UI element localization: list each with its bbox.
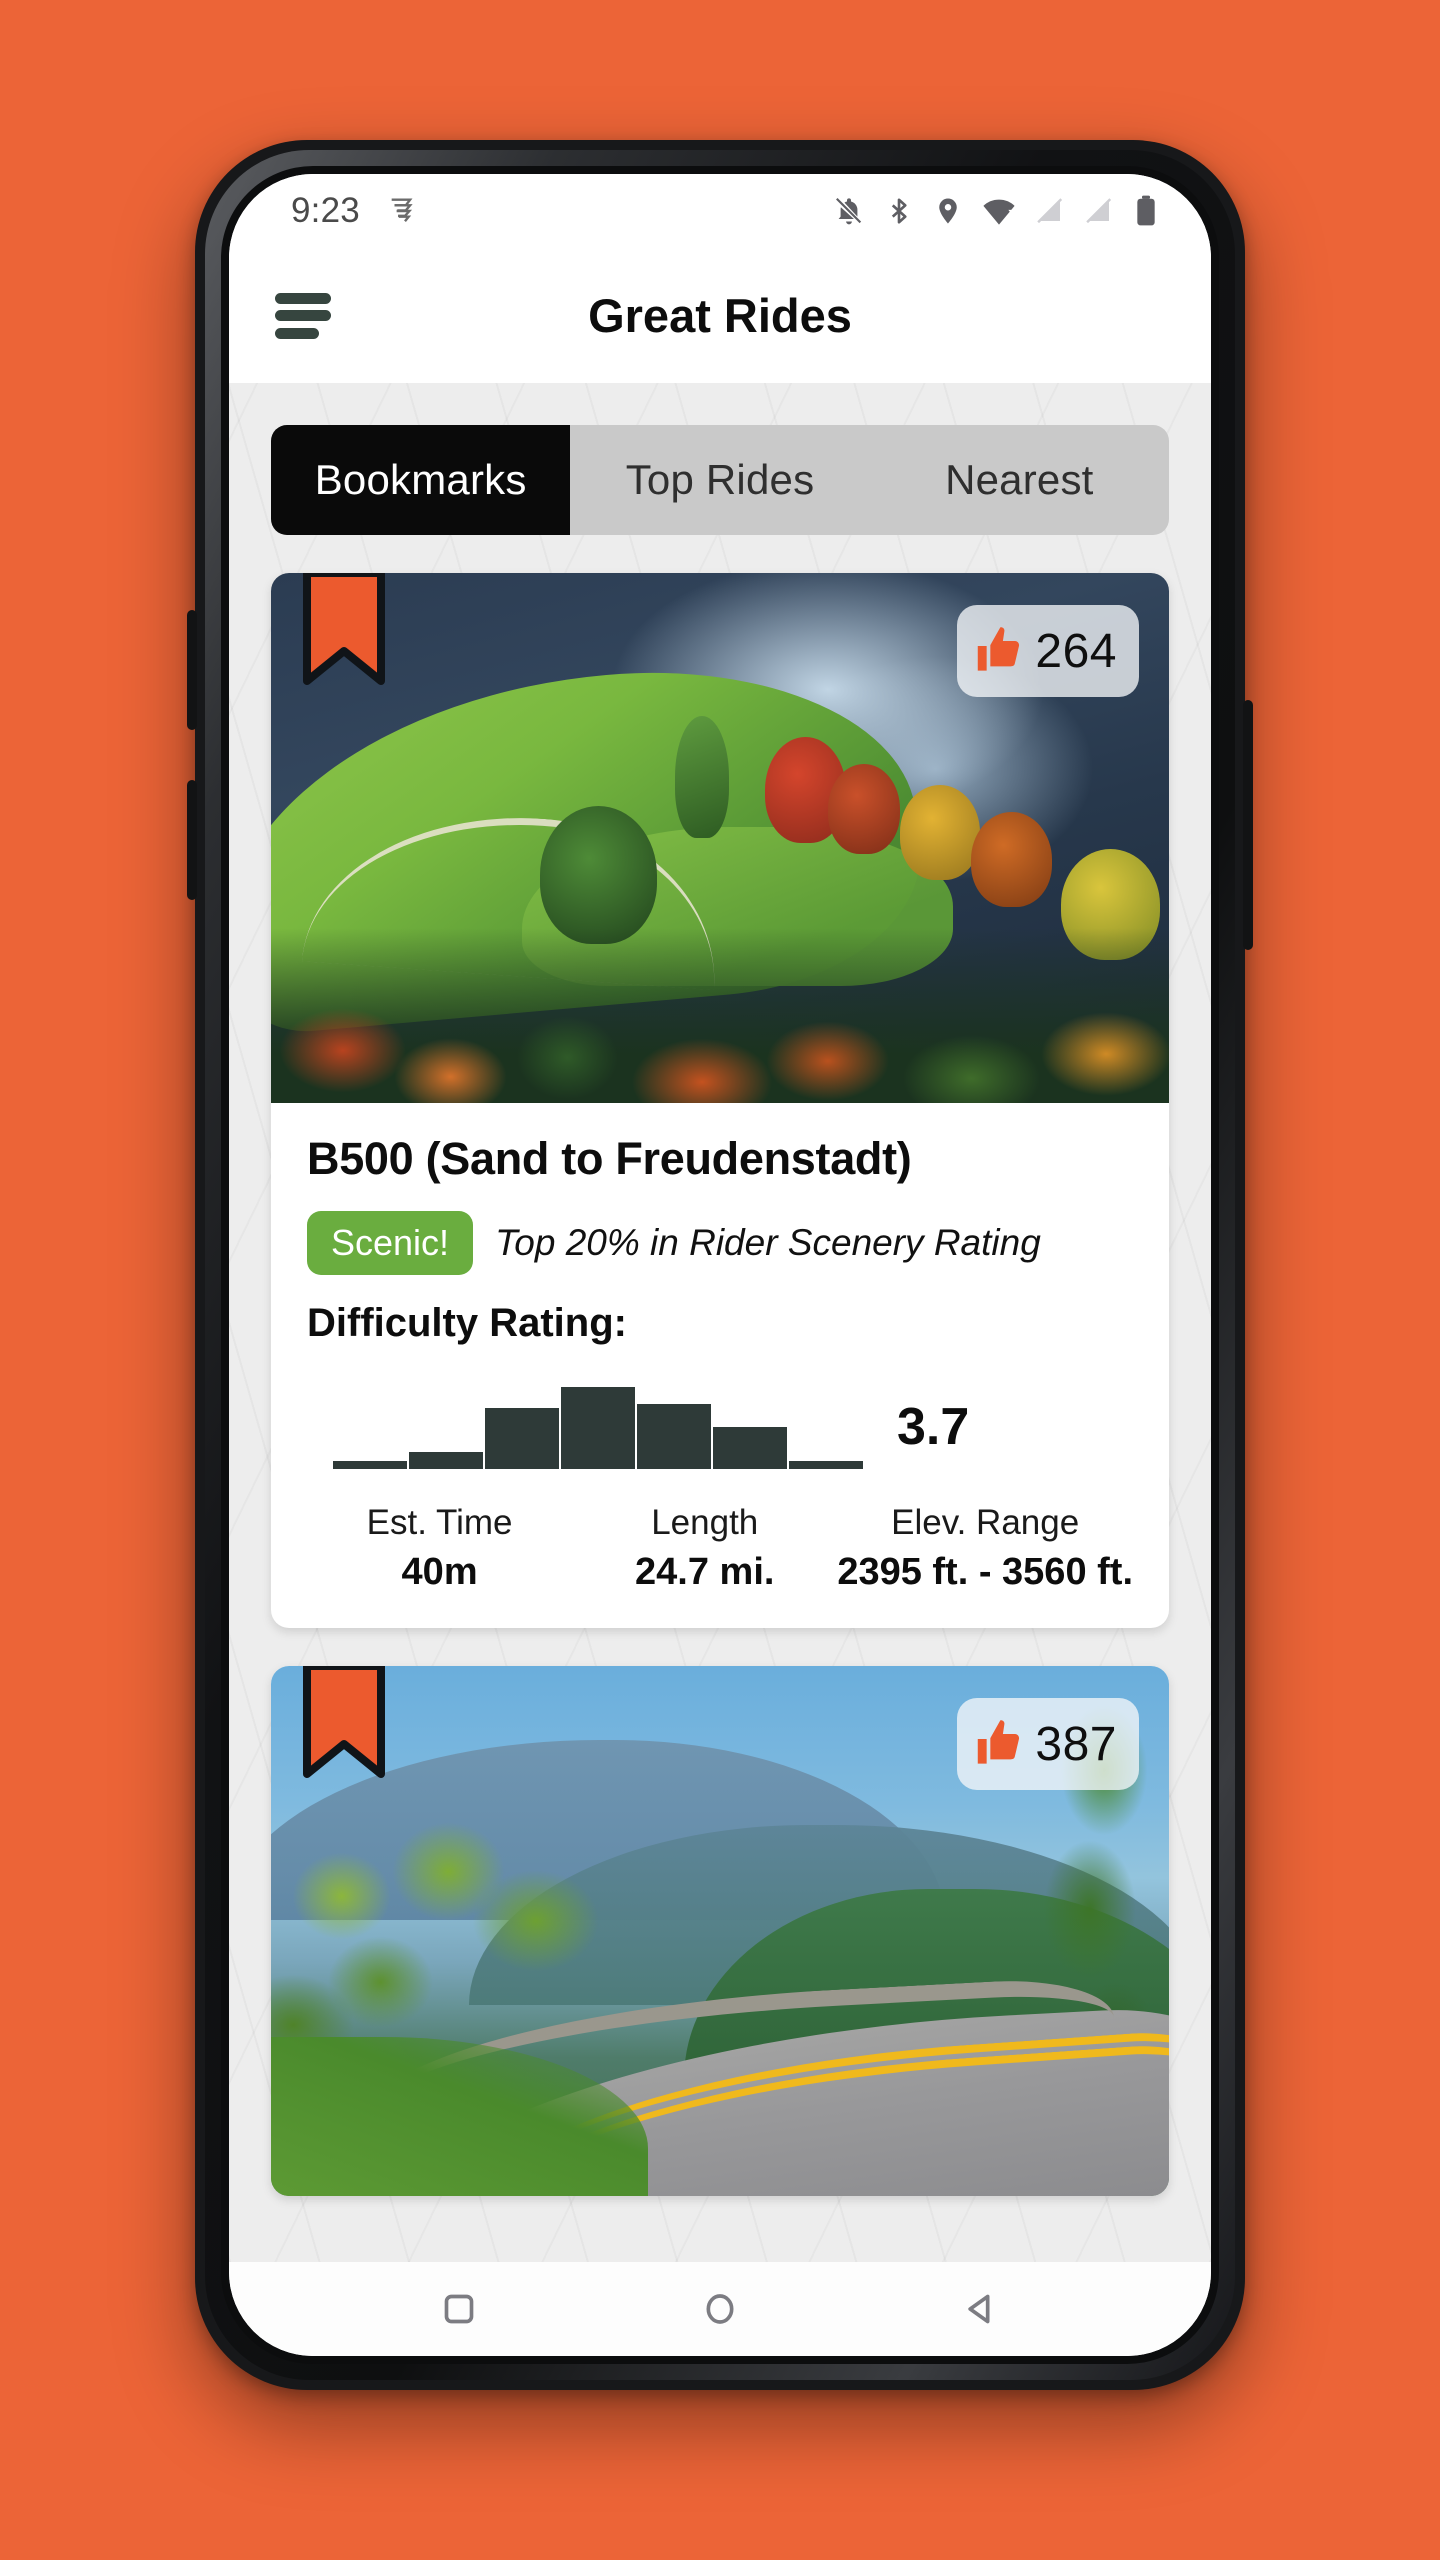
- ride-photo: 264: [271, 573, 1169, 1103]
- wifi-icon: [982, 194, 1016, 228]
- power-button[interactable]: [1243, 700, 1253, 950]
- ride-stats-row: Est. Time 40m Length 24.7 mi. Elev. Rang…: [307, 1503, 1133, 1594]
- tab-bar: Bookmarks Top Rides Nearest: [271, 425, 1169, 535]
- difficulty-bar: [485, 1408, 559, 1469]
- ride-card[interactable]: 264 B500 (Sand to Freudenstadt) Scenic! …: [271, 573, 1169, 1628]
- recents-button[interactable]: [414, 2264, 504, 2354]
- status-bar-right: [833, 194, 1159, 228]
- stat-value: 2395 ft. - 3560 ft.: [837, 1551, 1133, 1593]
- photo-tree: [971, 811, 1053, 907]
- screenshot-icon: [386, 194, 420, 228]
- back-button[interactable]: [936, 2264, 1026, 2354]
- difficulty-bar: [561, 1387, 635, 1469]
- difficulty-bar: [409, 1452, 483, 1469]
- status-bar-left: 9:23: [291, 191, 420, 231]
- photo-tree: [827, 763, 900, 854]
- bookmark-ribbon-icon[interactable]: [301, 1666, 387, 1782]
- hamburger-line-1: [275, 292, 331, 304]
- signal-off-icon: [1035, 196, 1065, 226]
- like-count: 264: [1035, 624, 1117, 678]
- app-bar: Great Rides: [229, 248, 1211, 383]
- volume-up-button[interactable]: [187, 610, 197, 730]
- difficulty-bar: [333, 1460, 407, 1469]
- volume-down-button[interactable]: [187, 780, 197, 900]
- stat-length: Length 24.7 mi.: [572, 1503, 837, 1594]
- hamburger-line-3: [275, 327, 319, 339]
- difficulty-chart: 3.7: [307, 1364, 1133, 1469]
- scenic-note: Top 20% in Rider Scenery Rating: [495, 1222, 1041, 1263]
- location-icon: [933, 196, 963, 226]
- difficulty-histogram: [333, 1364, 863, 1469]
- stat-label: Est. Time: [366, 1503, 513, 1542]
- signal-off-2-icon: [1084, 196, 1114, 226]
- difficulty-label: Difficulty Rating:: [307, 1301, 627, 1345]
- difficulty-bar: [637, 1403, 711, 1469]
- photo-tree: [540, 806, 658, 944]
- difficulty-bar: [713, 1427, 787, 1469]
- stat-label: Length: [651, 1503, 759, 1542]
- difficulty-bar: [789, 1460, 863, 1469]
- battery-icon: [1133, 195, 1159, 227]
- phone-device-frame: 9:23 Great Rides Bookmarks Top Rides Nea…: [187, 140, 1253, 2390]
- photo-tree: [675, 716, 729, 838]
- hamburger-line-2: [275, 310, 331, 321]
- android-navigation-bar: [229, 2262, 1211, 2356]
- stat-est-time: Est. Time 40m: [307, 1503, 572, 1594]
- notifications-off-icon: [833, 195, 865, 227]
- stat-value: 24.7 mi.: [635, 1551, 775, 1593]
- stat-label: Elev. Range: [891, 1503, 1080, 1542]
- ride-card-body: B500 (Sand to Freudenstadt) Scenic! Top …: [271, 1103, 1169, 1628]
- ride-title: B500 (Sand to Freudenstadt): [307, 1133, 912, 1184]
- home-button[interactable]: [675, 2264, 765, 2354]
- difficulty-value: 3.7: [897, 1398, 970, 1456]
- tab-top-rides[interactable]: Top Rides: [570, 425, 869, 535]
- like-count: 387: [1035, 1717, 1117, 1771]
- screenshot-root: 9:23 Great Rides Bookmarks Top Rides Nea…: [0, 0, 1440, 2560]
- status-clock: 9:23: [291, 191, 360, 230]
- scenic-row: Scenic! Top 20% in Rider Scenery Rating: [307, 1211, 1133, 1275]
- photo-foreground-foliage: [271, 928, 1169, 1103]
- like-counter-badge[interactable]: 264: [957, 605, 1139, 697]
- tab-nearest[interactable]: Nearest: [870, 425, 1169, 535]
- thumbs-up-icon: [973, 1715, 1025, 1774]
- phone-screen: 9:23 Great Rides Bookmarks Top Rides Nea…: [229, 174, 1211, 2356]
- page-title: Great Rides: [588, 289, 852, 342]
- photo-tree: [899, 785, 981, 881]
- stat-value: 40m: [401, 1551, 478, 1593]
- stat-elev-range: Elev. Range 2395 ft. - 3560 ft.: [837, 1503, 1133, 1594]
- thumbs-up-icon: [973, 622, 1025, 681]
- scenic-badge: Scenic!: [307, 1211, 474, 1275]
- like-counter-badge[interactable]: 387: [957, 1698, 1139, 1790]
- ride-card[interactable]: 387: [271, 1666, 1169, 2196]
- tab-bookmarks[interactable]: Bookmarks: [271, 425, 571, 535]
- ride-photo: 387: [271, 1666, 1169, 2196]
- bookmark-ribbon-icon[interactable]: [301, 573, 387, 689]
- content-scroll-area[interactable]: Bookmarks Top Rides Nearest 264 B500 (Sa…: [229, 383, 1211, 2262]
- bluetooth-icon: [884, 196, 914, 226]
- hamburger-menu-icon[interactable]: [275, 292, 333, 339]
- status-bar: 9:23: [229, 174, 1211, 248]
